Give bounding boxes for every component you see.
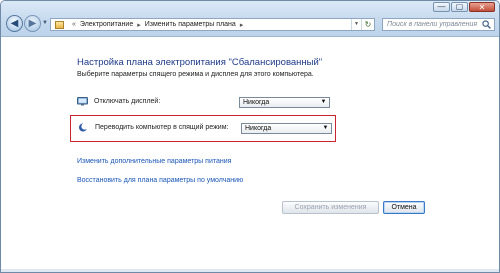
sleep-setting: Переводить компьютер в спящий режим:: [78, 123, 228, 132]
display-off-label: Отключать дисплей:: [94, 98, 161, 105]
save-changes-button[interactable]: Сохранить изменения: [282, 201, 379, 214]
breadcrumb-overflow-icon[interactable]: «: [72, 21, 76, 28]
advanced-settings-link[interactable]: Изменить дополнительные параметры питани…: [77, 158, 231, 165]
refresh-icon[interactable]: ↻: [361, 19, 374, 30]
forward-button[interactable]: ▶: [24, 15, 41, 32]
display-off-select[interactable]: Никогда ▼: [239, 97, 330, 108]
control-panel-icon: [55, 20, 64, 29]
minimize-icon: —: [437, 2, 446, 11]
close-button[interactable]: ✕: [469, 2, 495, 12]
breadcrumb-separator-icon[interactable]: ▸: [240, 21, 244, 29]
back-arrow-icon: ◀: [10, 18, 19, 29]
moon-icon: [78, 123, 89, 132]
address-controls: ▼ ↻: [351, 19, 374, 30]
address-dropdown-icon[interactable]: ▼: [351, 19, 361, 30]
window: — ▢ ✕ ◀ ▶ ▼ « Электропитание ▸ Изменить …: [0, 0, 500, 273]
close-icon: ✕: [478, 3, 486, 12]
back-button[interactable]: ◀: [6, 15, 23, 32]
page-title: Настройка плана электропитания "Сбаланси…: [77, 57, 323, 68]
sleep-value: Никогда: [245, 125, 272, 132]
search-input[interactable]: Поиск в панели управления: [387, 21, 477, 28]
restore-defaults-link[interactable]: Восстановить для плана параметры по умол…: [77, 177, 243, 184]
chevron-down-icon: ▼: [320, 99, 327, 105]
breadcrumb-separator-icon[interactable]: ▸: [137, 21, 141, 29]
maximize-button[interactable]: ▢: [451, 2, 468, 12]
caption-buttons: — ▢ ✕: [433, 2, 495, 12]
window-bottom-edge: [1, 269, 499, 272]
search-box[interactable]: Поиск в панели управления: [382, 18, 495, 31]
breadcrumb-edit-plan[interactable]: Изменить параметры плана: [145, 21, 236, 28]
search-icon[interactable]: [482, 20, 491, 29]
sleep-label: Переводить компьютер в спящий режим:: [95, 124, 229, 131]
breadcrumb-power-options[interactable]: Электропитание: [80, 21, 133, 28]
maximize-icon: ▢: [455, 2, 464, 11]
address-bar[interactable]: « Электропитание ▸ Изменить параметры пл…: [50, 18, 375, 31]
minimize-button[interactable]: —: [433, 2, 450, 12]
forward-arrow-icon: ▶: [28, 18, 37, 29]
sleep-select[interactable]: Никогда ▼: [241, 123, 332, 134]
recent-pages-dropdown[interactable]: ▼: [42, 20, 48, 26]
display-off-value: Никогда: [243, 99, 270, 106]
page-subtitle: Выберите параметры спящего режима и дисп…: [77, 71, 314, 78]
monitor-icon: [77, 97, 88, 106]
chevron-down-icon: ▼: [322, 125, 329, 131]
window-chrome: — ▢ ✕ ◀ ▶ ▼ « Электропитание ▸ Изменить …: [1, 1, 499, 37]
cancel-button[interactable]: Отмена: [383, 201, 425, 214]
display-off-setting: Отключать дисплей:: [77, 97, 160, 106]
